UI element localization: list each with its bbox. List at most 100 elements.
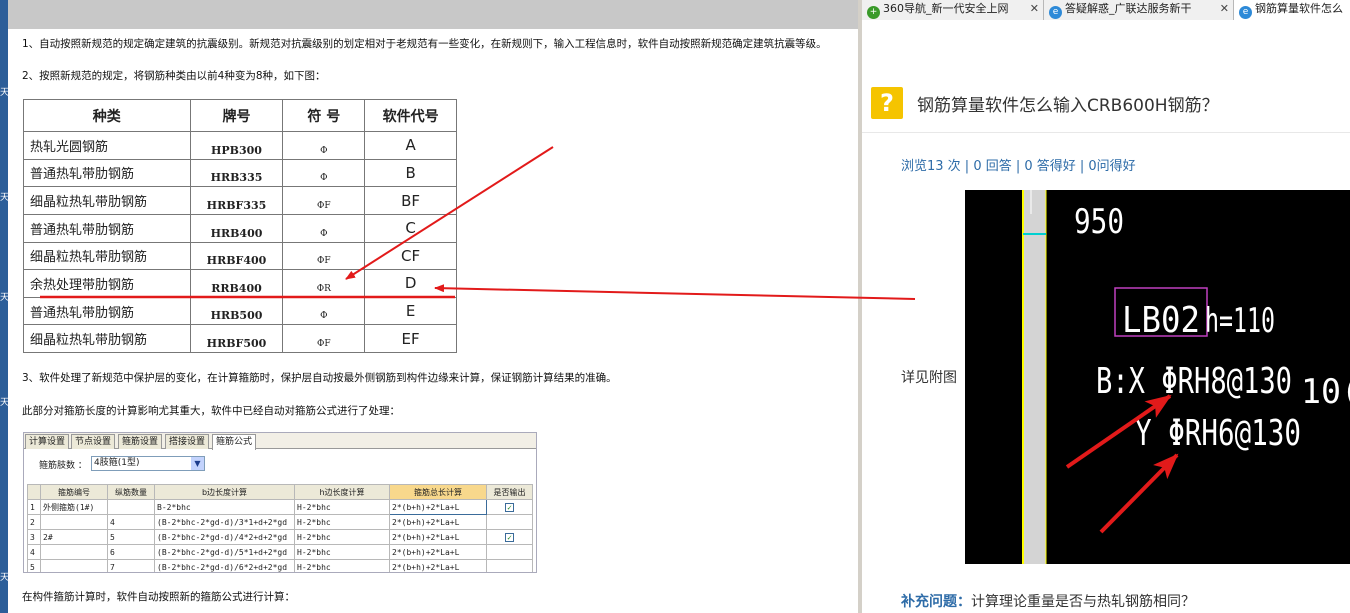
rebar-code: CF [364, 241, 457, 271]
cad-edge-text: 10( [1301, 372, 1350, 412]
browser-tab-360[interactable]: +360导航_新一代安全上网 ✕ [862, 0, 1044, 20]
formula-stirrup-id: 外侧箍筋(1#) [40, 499, 108, 515]
browser-tab-glodon[interactable]: e 答疑解惑_广联达服务新干 ✕ [1044, 0, 1234, 20]
cad-wall [1023, 190, 1046, 564]
rebar-kind: 普通热轧带肋钢筋 [23, 158, 191, 188]
rebar-symbol: ΦF [282, 186, 366, 215]
supplement-label: 补充问题： [901, 594, 971, 610]
formula-output-checkbox[interactable]: ✓ [486, 499, 533, 515]
rebar-grade: HRBF335 [189, 186, 284, 215]
rebar-symbol: ΦR [282, 269, 366, 298]
rebar-grade: HRB500 [189, 296, 284, 326]
cad-slab-label: LB02 [1122, 300, 1200, 341]
close-icon[interactable]: ✕ [1220, 0, 1229, 18]
tab-stirrup-formula[interactable]: 箍筋公式 [212, 434, 257, 450]
browser-tab-title: 钢筋算量软件怎么 [1255, 2, 1343, 15]
rebar-kind: 细晶粒热轧带肋钢筋 [23, 324, 191, 353]
formula-total-length: 2*(b+h)+2*La+L [389, 559, 487, 572]
side-glyph: 天 [0, 573, 10, 583]
rebar-kind: 余热处理带肋钢筋 [23, 269, 191, 298]
cad-attachment-image[interactable]: 950 LB02 h=110 B:X ΦRH8@130 10( Y ΦRH6@1… [965, 190, 1350, 564]
tab-calc-settings[interactable]: 计算设置 [25, 434, 70, 449]
formula-output-checkbox[interactable] [486, 514, 533, 530]
browser-tab-bar: +360导航_新一代安全上网 ✕ e 答疑解惑_广联达服务新干 ✕ e 钢筋算量软件… [862, 0, 1350, 20]
cad-dimension: 950 [1074, 202, 1124, 242]
tab-stirrup-settings[interactable]: 箍筋设置 [118, 434, 163, 449]
header-symbol: 符 号 [282, 99, 366, 132]
rebar-symbol: Φ [282, 296, 366, 326]
formula-total-length: 2*(b+h)+2*La+L [389, 544, 487, 560]
formula-h-length: H-2*bhc [294, 544, 390, 560]
close-icon[interactable]: ✕ [1030, 0, 1039, 18]
formula-output-checkbox[interactable] [486, 544, 533, 560]
rebar-code: EF [364, 324, 457, 353]
formula-total-length: 2*(b+h)+2*La+L [389, 514, 487, 530]
table-row[interactable]: 2 4 (B-2*bhc-2*gd-d)/3*1+d+2*gd H-2*bhc 2*(b… [27, 514, 533, 530]
question-detail: 详见附图 [901, 370, 957, 386]
rebar-kind: 细晶粒热轧带肋钢筋 [23, 241, 191, 271]
formula-output-checkbox[interactable]: ✓ [486, 529, 533, 545]
limbs-select[interactable]: 4肢箍(1型) ▼ [91, 456, 205, 471]
right-browser-window: +360导航_新一代安全上网 ✕ e 答疑解惑_广联达服务新干 ✕ e 钢筋算量软件… [862, 0, 1350, 613]
rebar-symbol: Φ [282, 213, 366, 243]
table-row[interactable]: 3 2# 5 (B-2*bhc-2*gd-d)/4*2+d+2*gd H-2*bhc 2*… [27, 529, 533, 545]
rebar-grade: HRB335 [189, 158, 284, 188]
browser-tab-title: 360导航_新一代安全上网 [883, 2, 1009, 15]
formula-h-length: H-2*bhc [294, 559, 390, 572]
tab-lap-settings[interactable]: 搭接设置 [165, 434, 210, 449]
rebar-code: A [364, 131, 457, 160]
ie-icon: e [1049, 6, 1062, 19]
formula-header-total: 箍筋总长计算 [389, 484, 487, 500]
formula-stirrup-id [40, 559, 108, 572]
formula-h-length: H-2*bhc [294, 529, 390, 545]
formula-output-checkbox[interactable] [486, 559, 533, 572]
formula-header-row: 箍筋编号 纵筋数量 b边长度计算 h边长度计算 箍筋总长计算 是否输出 [27, 484, 533, 500]
formula-row-index: 1 [27, 499, 41, 515]
side-glyph: 天 [0, 293, 10, 303]
formula-header-id: 箍筋编号 [40, 484, 108, 500]
browser-tab-title: 答疑解惑_广联达服务新干 [1065, 2, 1192, 15]
table-row: 细晶粒热轧带肋钢筋 HRBF400 ΦF CF [23, 241, 457, 271]
formula-stirrup-id: 2# [40, 529, 108, 545]
rebar-code: BF [364, 186, 457, 215]
document-header-bar [8, 0, 860, 29]
cad-rebar-bx: B:X ΦRH8@130 [1096, 361, 1292, 402]
software-settings-screenshot: 计算设置 节点设置 箍筋设置 搭接设置 箍筋公式 箍筋肢数 ： 4肢箍(1型) … [23, 432, 537, 573]
question-mark-icon: ? [871, 87, 903, 119]
formula-row-index: 4 [27, 544, 41, 560]
table-header-row: 种类 牌号 符 号 软件代号 [23, 99, 457, 132]
cad-drawing: 950 LB02 h=110 B:X ΦRH8@130 10( Y ΦRH6@1… [1022, 190, 1350, 564]
table-row[interactable]: 4 6 (B-2*bhc-2*gd-d)/5*1+d+2*gd H-2*bhc 2*(b… [27, 544, 533, 560]
table-row[interactable]: 1 外侧箍筋(1#) B-2*bhc H-2*bhc 2*(b+h)+2*La+L ✓ [27, 499, 533, 515]
checkbox-checked-icon[interactable]: ✓ [505, 532, 514, 542]
rebar-code: C [364, 213, 457, 243]
formula-header-count: 纵筋数量 [107, 484, 155, 500]
rebar-grade: HPB300 [189, 131, 284, 160]
formula-total-length: 2*(b+h)+2*La+L [389, 499, 487, 515]
chevron-down-icon[interactable]: ▼ [191, 457, 204, 470]
checkbox-checked-icon[interactable]: ✓ [505, 502, 514, 512]
paragraph-5: 在构件箍筋计算时，软件自动按照新的箍筋公式进行计算： [22, 591, 295, 603]
rebar-kind: 热轧光圆钢筋 [23, 131, 191, 160]
table-row: 热轧光圆钢筋 HPB300 Φ A [23, 131, 457, 160]
formula-stirrup-id [40, 514, 108, 530]
formula-header-index [27, 484, 41, 500]
formula-bar-count: 6 [107, 544, 155, 560]
side-glyph: 天 [0, 193, 10, 203]
rebar-kind: 细晶粒热轧带肋钢筋 [23, 186, 191, 215]
table-row: 余热处理带肋钢筋 RRB400 ΦR D [23, 269, 457, 298]
side-glyph: 天 [0, 88, 10, 98]
plus-icon: + [867, 6, 880, 19]
browser-tab-question[interactable]: e 钢筋算量软件怎么 [1234, 0, 1350, 20]
limbs-select-value: 4肢箍(1型) [94, 458, 140, 468]
rebar-grade: HRB400 [189, 213, 284, 243]
formula-header-h: h边长度计算 [294, 484, 390, 500]
side-taskbar: 天 天 天 天 天 [0, 0, 10, 613]
formula-row-index: 2 [27, 514, 41, 530]
table-row[interactable]: 5 7 (B-2*bhc-2*gd-d)/6*2+d+2*gd H-2*bhc 2*(b… [27, 559, 533, 572]
formula-total-length: 2*(b+h)+2*La+L [389, 529, 487, 545]
question-stats[interactable]: 浏览13 次 | 0 回答 | 0 答得好 | 0问得好 [901, 155, 1136, 174]
rebar-code: D [364, 269, 457, 298]
tab-node-settings[interactable]: 节点设置 [71, 434, 116, 449]
rebar-grade: HRBF400 [189, 241, 284, 271]
